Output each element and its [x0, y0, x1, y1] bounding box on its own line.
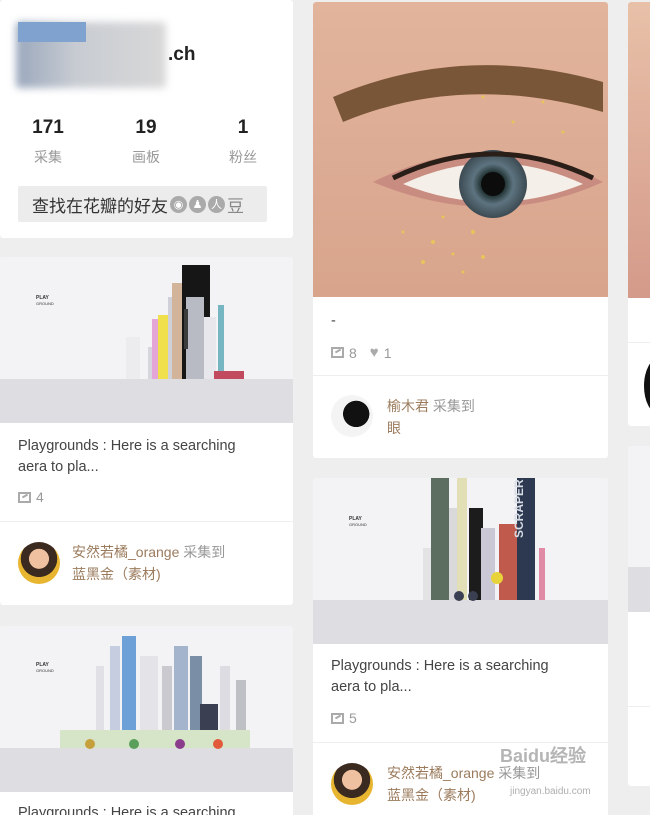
find-friends-label: 查找在花瓣的好友 — [32, 196, 168, 216]
pin-user-link[interactable]: 榆木君 — [387, 398, 429, 414]
douban-icon[interactable]: 豆 — [227, 196, 244, 216]
divider — [0, 521, 293, 522]
weibo-icon[interactable]: ◉ — [170, 195, 187, 213]
repin-count: 4 — [36, 489, 44, 505]
repin-icon — [331, 712, 344, 724]
like-count: 1 — [383, 344, 392, 361]
avatar[interactable] — [331, 395, 373, 437]
pin-image[interactable]: PLAY GROUND — [0, 626, 293, 792]
avatar[interactable] — [18, 542, 60, 584]
pin-board-link[interactable]: 蓝黑金（素材) — [387, 787, 476, 803]
ground-text: GROUND — [36, 301, 54, 306]
username[interactable]: .ch — [168, 44, 195, 66]
pin-title[interactable]: Playgrounds : Here is a searching aera t… — [18, 436, 268, 478]
ground-text: GROUND — [349, 522, 367, 527]
pin-card[interactable]: PLAY GROUND Playgrounds : Here is a sear… — [0, 626, 293, 815]
stat-pins-label: 采集 — [34, 149, 62, 165]
qq-icon[interactable]: ♟ — [189, 195, 206, 213]
stat-followers[interactable]: 1 粉丝 — [203, 117, 283, 167]
divider — [313, 375, 608, 376]
stat-boards-count: 19 — [135, 117, 157, 138]
pin-action-text: 采集到 — [432, 398, 475, 414]
stat-boards[interactable]: 19 画板 — [106, 117, 186, 167]
pin-board-link[interactable]: 眼 — [387, 420, 401, 436]
find-friends-button[interactable]: 查找在花瓣的好友 ◉ ♟ 人 豆 — [18, 186, 267, 222]
social-icons: ◉ ♟ 人 豆 — [170, 195, 244, 216]
stat-pins[interactable]: 171 采集 — [8, 117, 88, 167]
pin-user-link[interactable]: 安然若橘_orange — [387, 765, 494, 781]
pin-source: 榆木君 采集到 眼 — [387, 395, 475, 439]
pin-stats: 5 — [331, 710, 357, 726]
pin-image[interactable] — [313, 2, 608, 297]
repin-count: 5 — [349, 710, 357, 726]
divider — [628, 342, 650, 343]
pin-title[interactable]: Playgrounds : Here is a searching — [18, 803, 268, 815]
pin-stats: 4 — [18, 489, 44, 505]
pin-action-text: 采集到 — [183, 544, 226, 560]
pin-source: 安然若橘_orange 采集到 蓝黑金（素材) — [72, 541, 225, 585]
repin-count: 8 — [349, 344, 357, 361]
heart-icon[interactable]: ♥ — [370, 344, 379, 361]
divider — [628, 706, 650, 707]
pin-image[interactable] — [628, 2, 650, 298]
ground-text: GROUND — [36, 668, 54, 673]
user-avatar-image[interactable] — [18, 22, 86, 42]
stat-boards-label: 画板 — [132, 149, 160, 165]
pin-image[interactable]: PLAY GROUND SCRAPER — [313, 478, 608, 644]
stat-followers-label: 粉丝 — [229, 149, 257, 165]
pin-board-link[interactable]: 蓝黑金（素材) — [72, 566, 161, 582]
baidu-watermark-url: jingyan.baidu.com — [510, 786, 591, 797]
profile-card: .ch 171 采集 19 画板 1 粉丝 查找在花瓣的好友 ◉ ♟ 人 豆 — [0, 0, 293, 238]
stat-followers-count: 1 — [237, 117, 249, 138]
pin-image[interactable]: PLAY GROUND — [0, 257, 293, 423]
pin-card[interactable]: PLAY GROUND Playgrounds : Here is a sear… — [0, 257, 293, 605]
pin-card[interactable] — [628, 2, 650, 426]
pin-title[interactable]: Playgrounds : Here is a searching aera t… — [331, 656, 581, 698]
pin-user-link[interactable]: 安然若橘_orange — [72, 544, 179, 560]
pin-title[interactable]: - — [331, 311, 581, 332]
pin-image[interactable] — [628, 446, 650, 612]
pin-source: 安然若橘_orange 采集到 蓝黑金（素材) — [387, 762, 540, 806]
scraper-text: SCRAPER — [512, 479, 526, 538]
pin-card[interactable]: - 8 ♥ 1 榆木君 采集到 眼 — [313, 2, 608, 458]
pin-stats: 8 ♥ 1 — [331, 344, 392, 361]
avatar[interactable] — [331, 763, 373, 805]
baidu-watermark: Baidu经验 — [500, 746, 587, 766]
repin-icon — [331, 347, 344, 358]
avatar[interactable] — [644, 358, 650, 414]
renren-icon[interactable]: 人 — [208, 195, 225, 213]
stat-pins-count: 171 — [32, 117, 64, 138]
repin-icon — [18, 491, 31, 503]
pin-card[interactable] — [628, 446, 650, 786]
